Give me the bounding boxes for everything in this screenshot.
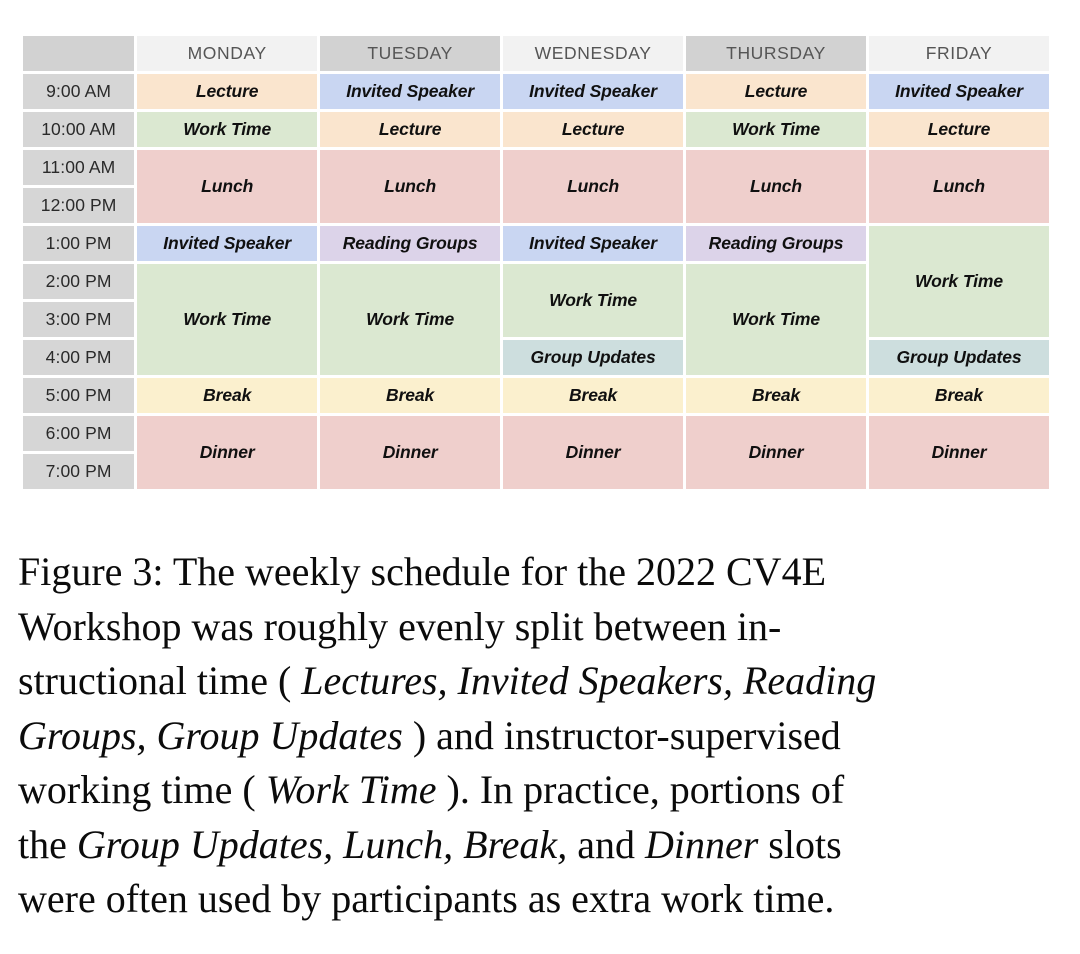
time-label-1900: 7:00 PM	[23, 454, 135, 489]
time-label-1400: 2:00 PM	[23, 264, 135, 299]
slot-thursday-worktime: Work Time	[686, 264, 867, 375]
slot-thursday-1000: Work Time	[686, 112, 867, 147]
table-row: 5:00 PM Break Break Break Break Break	[23, 378, 1049, 413]
time-label-0900: 9:00 AM	[23, 74, 135, 109]
slot-monday-1300: Invited Speaker	[137, 226, 318, 261]
table-row: 6:00 PM Dinner Dinner Dinner Dinner Dinn…	[23, 416, 1049, 489]
weekly-schedule-table-container: MONDAY TUESDAY WEDNESDAY THURSDAY FRIDAY…	[20, 33, 1052, 492]
caption-line-3: structional time ( Lectures, Invited Spe…	[18, 658, 877, 703]
figure-page: MONDAY TUESDAY WEDNESDAY THURSDAY FRIDAY…	[0, 0, 1080, 954]
time-label-1800: 6:00 PM	[23, 416, 135, 451]
slot-wednesday-lunch: Lunch	[503, 150, 684, 223]
slot-tuesday-lunch: Lunch	[320, 150, 501, 223]
slot-monday-1000: Work Time	[137, 112, 318, 147]
slot-tuesday-0900: Invited Speaker	[320, 74, 501, 109]
caption-figure-label: Figure 3:	[18, 549, 164, 594]
slot-thursday-dinner: Dinner	[686, 416, 867, 489]
slot-thursday-1700: Break	[686, 378, 867, 413]
figure-caption: Figure 3: The weekly schedule for the 20…	[18, 545, 1054, 927]
slot-tuesday-worktime: Work Time	[320, 264, 501, 375]
slot-wednesday-1300: Invited Speaker	[503, 226, 684, 261]
slot-tuesday-1000: Lecture	[320, 112, 501, 147]
slot-friday-1600: Group Updates	[869, 340, 1049, 375]
slot-thursday-0900: Lecture	[686, 74, 867, 109]
slot-wednesday-1000: Lecture	[503, 112, 684, 147]
day-header-thursday: THURSDAY	[686, 36, 867, 71]
slot-wednesday-1600: Group Updates	[503, 340, 684, 375]
time-label-1200: 12:00 PM	[23, 188, 135, 223]
slot-friday-0900: Invited Speaker	[869, 74, 1049, 109]
slot-friday-1700: Break	[869, 378, 1049, 413]
slot-tuesday-1700: Break	[320, 378, 501, 413]
time-label-1600: 4:00 PM	[23, 340, 135, 375]
slot-wednesday-0900: Invited Speaker	[503, 74, 684, 109]
slot-wednesday-1700: Break	[503, 378, 684, 413]
slot-monday-0900: Lecture	[137, 74, 318, 109]
slot-monday-worktime: Work Time	[137, 264, 318, 375]
time-label-1000: 10:00 AM	[23, 112, 135, 147]
caption-line-6: the Group Updates, Lunch, Break, and Din…	[18, 821, 842, 867]
slot-monday-1700: Break	[137, 378, 318, 413]
slot-thursday-1300: Reading Groups	[686, 226, 867, 261]
time-label-1100: 11:00 AM	[23, 150, 135, 185]
caption-line-1: Figure 3: The weekly schedule for the 20…	[18, 549, 826, 594]
slot-tuesday-dinner: Dinner	[320, 416, 501, 489]
time-label-1700: 5:00 PM	[23, 378, 135, 413]
slot-friday-dinner: Dinner	[869, 416, 1049, 489]
slot-friday-worktime: Work Time	[869, 226, 1049, 337]
slot-friday-lunch: Lunch	[869, 150, 1049, 223]
table-row: 10:00 AM Work Time Lecture Lecture Work …	[23, 112, 1049, 147]
table-row: 11:00 AM Lunch Lunch Lunch Lunch Lunch	[23, 150, 1049, 223]
slot-wednesday-dinner: Dinner	[503, 416, 684, 489]
table-header-row: MONDAY TUESDAY WEDNESDAY THURSDAY FRIDAY	[23, 36, 1049, 71]
slot-tuesday-1300: Reading Groups	[320, 226, 501, 261]
slot-thursday-lunch: Lunch	[686, 150, 867, 223]
slot-wednesday-worktime: Work Time	[503, 264, 684, 337]
caption-line-2: Workshop was roughly evenly split betwee…	[18, 603, 782, 649]
time-label-1300: 1:00 PM	[23, 226, 135, 261]
time-label-1500: 3:00 PM	[23, 302, 135, 337]
caption-line-7: were often used by participants as extra…	[18, 876, 835, 921]
table-row: 9:00 AM Lecture Invited Speaker Invited …	[23, 74, 1049, 109]
day-header-wednesday: WEDNESDAY	[503, 36, 684, 71]
caption-line-5: working time ( Work Time ). In practice,…	[18, 767, 845, 812]
table-row: 1:00 PM Invited Speaker Reading Groups I…	[23, 226, 1049, 337]
day-header-monday: MONDAY	[137, 36, 318, 71]
slot-monday-lunch: Lunch	[137, 150, 318, 223]
day-header-friday: FRIDAY	[869, 36, 1049, 71]
slot-monday-dinner: Dinner	[137, 416, 318, 489]
weekly-schedule-table: MONDAY TUESDAY WEDNESDAY THURSDAY FRIDAY…	[20, 33, 1052, 492]
day-header-tuesday: TUESDAY	[320, 36, 501, 71]
caption-line-4: Groups, Group Updates ) and instructor-s…	[18, 712, 841, 758]
slot-friday-1000: Lecture	[869, 112, 1049, 147]
corner-cell	[23, 36, 135, 71]
